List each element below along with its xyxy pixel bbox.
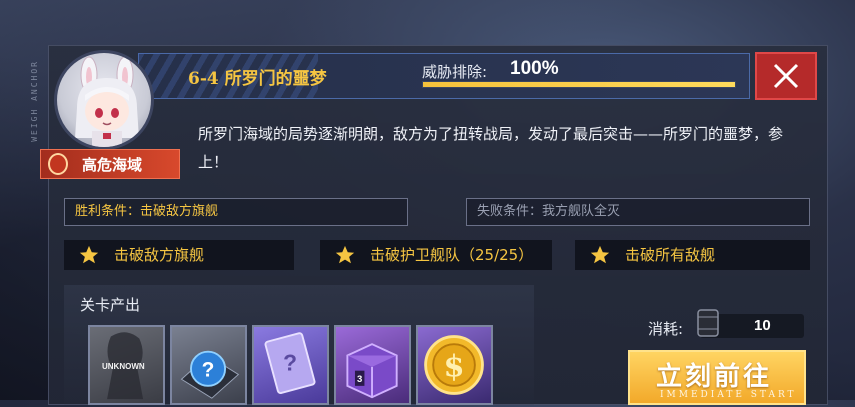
oil-barrel-icon (697, 309, 719, 337)
threat-label: 威胁排除: (422, 63, 488, 81)
threat-value: 100% (510, 58, 559, 79)
svg-text:3: 3 (357, 374, 362, 385)
character-avatar (54, 50, 154, 150)
stage-title: 6-4 所罗门的噩梦 (188, 69, 327, 89)
star-objective-label: 击破所有敌舰 (625, 246, 716, 264)
danger-icon (48, 153, 68, 175)
reward-item-3[interactable]: ? (252, 325, 329, 405)
reward-item-4[interactable]: 3 (334, 325, 411, 405)
star-objective-2: 击破护卫舰队（25/25） (320, 240, 552, 270)
star-objective-label: 击破敌方旗舰 (114, 246, 205, 264)
close-icon (773, 63, 799, 89)
svg-text:$: $ (443, 349, 464, 384)
side-text: WEIGH ANCHOR (30, 60, 39, 142)
star-objective-label: 击破护卫舰队（25/25） (370, 246, 534, 264)
reward-item-2[interactable]: ? (170, 325, 247, 405)
reward-item-5[interactable]: $ (416, 325, 493, 405)
star-objective-1: 击破敌方旗舰 (64, 240, 294, 270)
star-icon (79, 245, 99, 264)
svg-text:?: ? (283, 350, 297, 376)
close-button[interactable] (755, 52, 817, 100)
question-box-icon: ? (180, 350, 240, 399)
svg-text:?: ? (202, 358, 215, 381)
immediate-start-label: 立刻前往 (656, 362, 773, 392)
star-icon (335, 245, 355, 264)
stage-description: 所罗门海域的局势逐渐明朗，敌方为了扭转战局，发动了最后突击——所罗门的噩梦，参上… (198, 125, 784, 171)
gold-coin-icon: $ (424, 335, 484, 395)
lose-condition: 失败条件：我方舰队全灭 (466, 198, 810, 226)
unknown-label: UNKNOWN (102, 362, 145, 371)
cost-label: 消耗: (648, 320, 684, 338)
threat-progress-fill (423, 82, 735, 87)
equipment-box-icon: 3 (346, 343, 398, 399)
immediate-start-sublabel: IMMEDIATE START (660, 390, 797, 400)
cost-value: 10 (754, 317, 771, 334)
win-condition: 胜利条件：击破敌方旗舰 (64, 198, 408, 226)
star-objective-3: 击破所有敌舰 (575, 240, 810, 270)
question-card-icon: ? (264, 332, 316, 394)
star-icon (590, 245, 610, 264)
area-tag-label: 高危海域 (82, 156, 143, 174)
rewards-title: 关卡产出 (80, 296, 141, 314)
threat-progress-bar (422, 81, 736, 88)
